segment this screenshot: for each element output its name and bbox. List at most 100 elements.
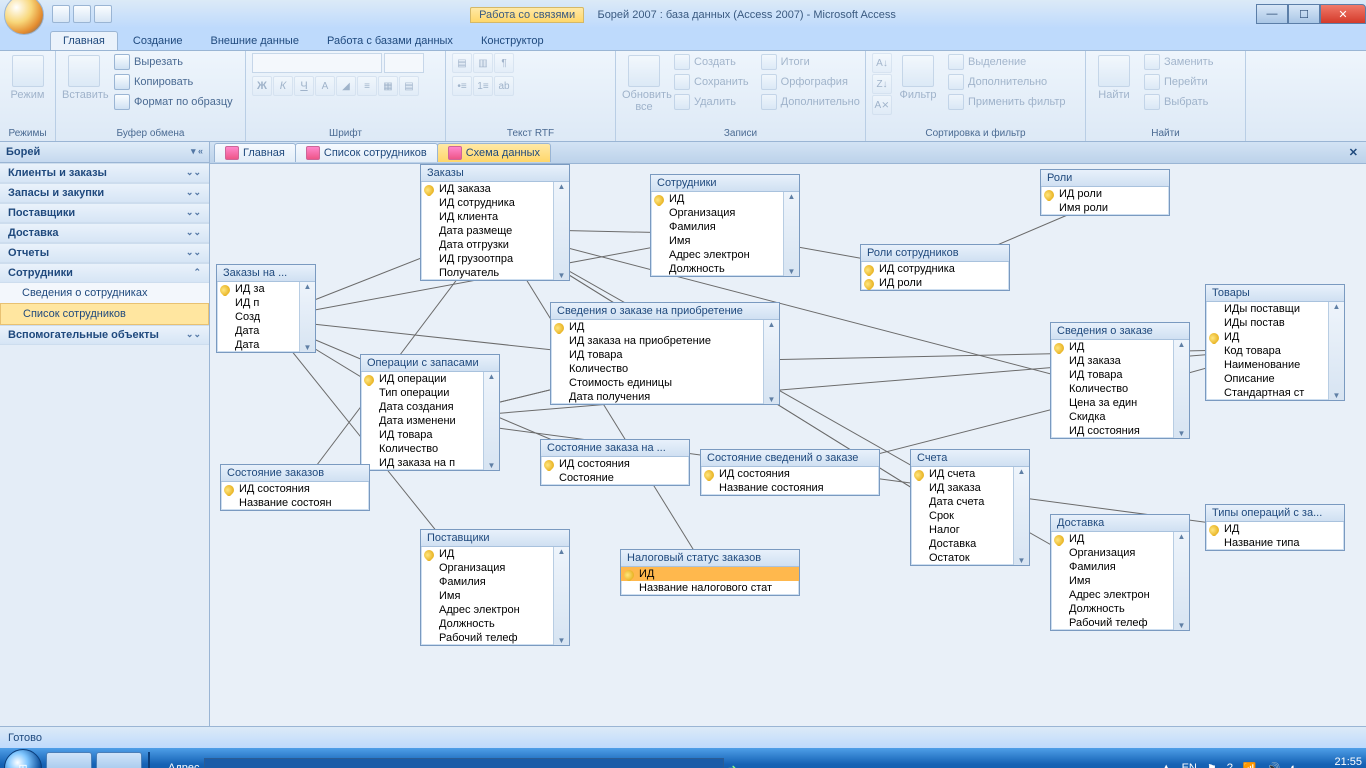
language-indicator[interactable]: EN [1182, 762, 1197, 768]
table-field[interactable]: Адрес электрон [421, 603, 569, 617]
table-field[interactable]: ИД [1051, 532, 1189, 546]
table-header[interactable]: Заказы [421, 165, 569, 182]
totals-button[interactable]: Итоги [757, 53, 864, 71]
nav-item[interactable]: Сведения о сотрудниках [0, 283, 209, 303]
fontcolor-button[interactable]: A [315, 76, 335, 96]
table-field[interactable]: Налог [911, 523, 1029, 537]
table-field[interactable]: ИД [1051, 340, 1189, 354]
table-field[interactable]: ИД сотрудника [861, 262, 1009, 276]
table-field[interactable]: ИД заказа [421, 182, 569, 196]
table-field[interactable]: Код товара [1206, 344, 1344, 358]
address-input[interactable] [204, 758, 724, 768]
qat-save-icon[interactable] [52, 5, 70, 23]
cut-button[interactable]: Вырезать [110, 53, 237, 71]
table-t_sved_zakaz[interactable]: Сведения о заказеИДИД заказаИД товараКол… [1050, 322, 1190, 439]
nav-category[interactable]: Клиенты и заказы⌄⌄ [0, 163, 209, 183]
bold-button[interactable]: Ж [252, 76, 272, 96]
table-t_sotr[interactable]: СотрудникиИДОрганизацияФамилияИмяАдрес э… [650, 174, 800, 277]
table-header[interactable]: Заказы на ... [217, 265, 315, 282]
table-field[interactable]: Адрес электрон [1051, 588, 1189, 602]
table-t_operations[interactable]: Операции с запасамиИД операцииТип операц… [360, 354, 500, 471]
table-field[interactable]: ИД [651, 192, 799, 206]
nav-category[interactable]: Поставщики⌄⌄ [0, 203, 209, 223]
table-field[interactable]: ИД заказа [911, 481, 1029, 495]
save-record-button[interactable]: Сохранить [670, 73, 753, 91]
table-field[interactable]: ИД [551, 320, 779, 334]
table-field[interactable]: Название состояния [701, 481, 879, 495]
table-field[interactable]: ИД состояния [221, 482, 369, 496]
table-field[interactable]: ИД состояния [1051, 424, 1189, 438]
scrollbar[interactable] [783, 192, 799, 276]
new-record-button[interactable]: Создать [670, 53, 753, 71]
ltr-button[interactable]: ¶ [494, 53, 514, 73]
scrollbar[interactable] [553, 547, 569, 645]
table-field[interactable]: ИД товара [361, 428, 499, 442]
filter-button[interactable]: Фильтр [896, 53, 940, 101]
numbering-button[interactable]: 1≡ [473, 76, 493, 96]
table-t_sved_priobr[interactable]: Сведения о заказе на приобретениеИДИД за… [550, 302, 780, 405]
find-button[interactable]: Найти [1092, 53, 1136, 101]
table-field[interactable]: Дата создания [361, 400, 499, 414]
maximize-button[interactable]: ☐ [1288, 4, 1320, 24]
table-field[interactable]: Адрес электрон [651, 248, 799, 262]
scrollbar[interactable] [763, 320, 779, 404]
table-field[interactable]: Должность [1051, 602, 1189, 616]
scrollbar[interactable] [553, 182, 569, 280]
scrollbar[interactable] [483, 372, 499, 470]
table-field[interactable]: Организация [1051, 546, 1189, 560]
table-t_state_zakaza_na[interactable]: Состояние заказа на ...ИД состоянияСосто… [540, 439, 690, 486]
table-field[interactable]: ИД [1206, 522, 1344, 536]
table-field[interactable]: Стоимость единицы [551, 376, 779, 390]
table-field[interactable]: ИД товара [1051, 368, 1189, 382]
table-field[interactable]: Имя [651, 234, 799, 248]
start-button[interactable]: ⊞ [4, 749, 42, 768]
table-t_types[interactable]: Типы операций с за...ИДНазвание типа [1205, 504, 1345, 551]
volume-icon[interactable]: 🔊 [1267, 762, 1281, 768]
doc-tab[interactable]: Схема данных [437, 143, 551, 162]
sort-asc-button[interactable]: A↓ [872, 53, 892, 73]
table-field[interactable]: Имя [1051, 574, 1189, 588]
table-field[interactable]: Название типа [1206, 536, 1344, 550]
table-field[interactable]: Организация [651, 206, 799, 220]
table-header[interactable]: Роли [1041, 170, 1169, 187]
table-field[interactable]: Имя роли [1041, 201, 1169, 215]
taskbar-word-button[interactable] [96, 752, 142, 768]
table-field[interactable]: ИД [421, 547, 569, 561]
table-field[interactable]: Дата изменени [361, 414, 499, 428]
table-t_scheta[interactable]: СчетаИД счетаИД заказаДата счетаСрокНало… [910, 449, 1030, 566]
nav-category[interactable]: Вспомогательные объекты⌄⌄ [0, 325, 209, 345]
close-button[interactable]: ✕ [1320, 4, 1366, 24]
table-field[interactable]: Доставка [911, 537, 1029, 551]
table-field[interactable]: Организация [421, 561, 569, 575]
ribbon-tab-4[interactable]: Конструктор [468, 31, 557, 50]
table-field[interactable]: Тип операции [361, 386, 499, 400]
clear-sort-button[interactable]: A⨯ [872, 95, 892, 115]
table-field[interactable]: ИД заказа на приобретение [551, 334, 779, 348]
ribbon-tab-1[interactable]: Создание [120, 31, 196, 50]
table-field[interactable]: Наименование [1206, 358, 1344, 372]
altrow-button[interactable]: ▤ [399, 76, 419, 96]
format-painter-button[interactable]: Формат по образцу [110, 93, 237, 111]
table-field[interactable]: Дата счета [911, 495, 1029, 509]
relationships-canvas[interactable]: Заказы на ...ИД заИД пСоздДатаДатаЗаказы… [210, 164, 1366, 726]
table-field[interactable]: Фамилия [421, 575, 569, 589]
advanced-filter-button[interactable]: Дополнительно [944, 73, 1070, 91]
delete-record-button[interactable]: Удалить [670, 93, 753, 111]
table-field[interactable]: ИД состояния [701, 467, 879, 481]
table-field[interactable]: Описание [1206, 372, 1344, 386]
paste-button[interactable]: Вставить [62, 53, 106, 101]
ribbon-tab-0[interactable]: Главная [50, 31, 118, 50]
highlight-button[interactable]: ab [494, 76, 514, 96]
table-field[interactable]: Фамилия [1051, 560, 1189, 574]
table-t_state_sved[interactable]: Состояние сведений о заказеИД состоянияН… [700, 449, 880, 496]
table-field[interactable]: Получатель [421, 266, 569, 280]
scrollbar[interactable] [1013, 467, 1029, 565]
table-t_postav[interactable]: ПоставщикиИДОрганизацияФамилияИмяАдрес э… [420, 529, 570, 646]
network-icon[interactable]: 📶 [1243, 762, 1257, 768]
table-field[interactable]: ИД клиента [421, 210, 569, 224]
table-header[interactable]: Поставщики [421, 530, 569, 547]
table-t_zakazy_na[interactable]: Заказы на ...ИД заИД пСоздДатаДата [216, 264, 316, 353]
gridlines-button[interactable]: ▦ [378, 76, 398, 96]
doc-tab[interactable]: Список сотрудников [295, 143, 438, 162]
table-header[interactable]: Типы операций с за... [1206, 505, 1344, 522]
